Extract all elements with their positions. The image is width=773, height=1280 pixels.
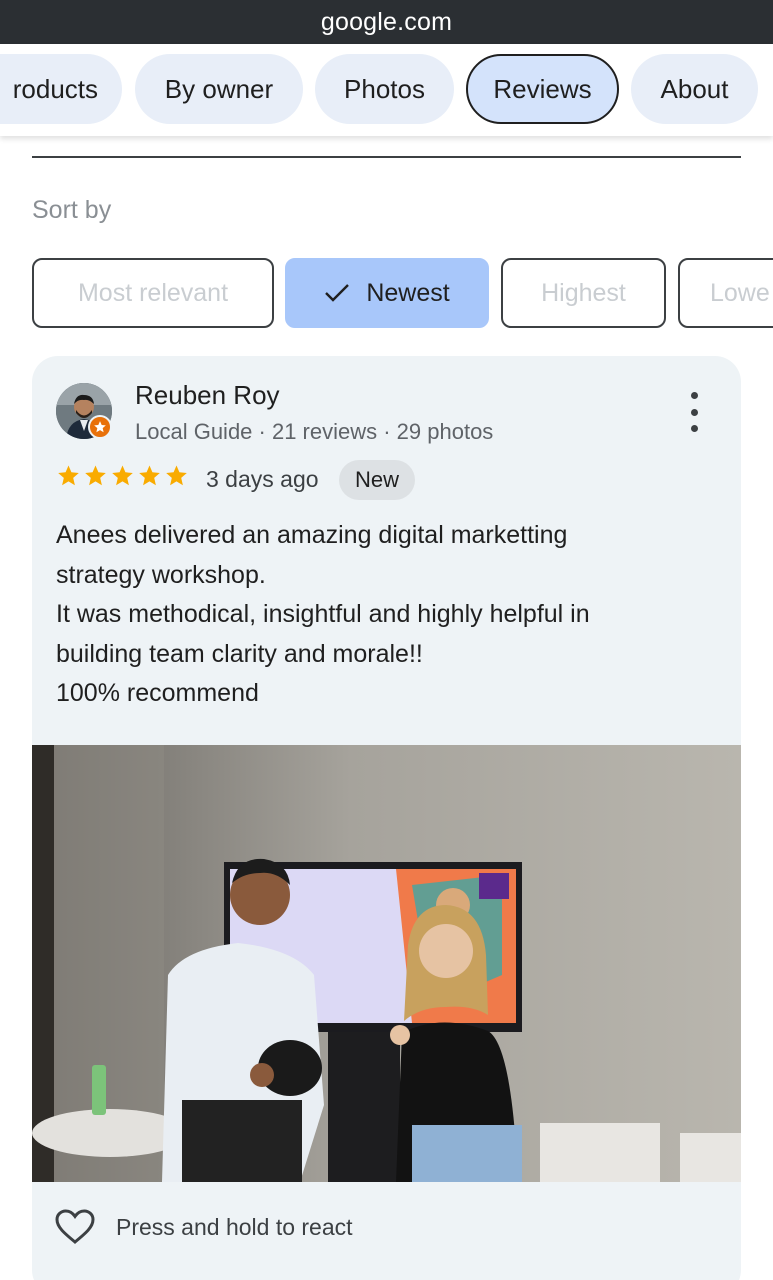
browser-url-bar[interactable]: google.com xyxy=(0,0,773,44)
sort-by-label: Sort by xyxy=(32,196,112,224)
star-rating xyxy=(56,464,189,488)
check-icon xyxy=(324,282,350,304)
star-icon xyxy=(112,465,133,486)
tab-reviews[interactable]: Reviews xyxy=(466,54,619,124)
react-label: Press and hold to react xyxy=(116,1213,353,1240)
tab-about[interactable]: About xyxy=(631,54,758,124)
tab-products[interactable]: roducts xyxy=(0,54,122,124)
sort-chip-lowest[interactable]: Lowe xyxy=(678,258,773,328)
review-photo[interactable] xyxy=(32,745,741,1182)
react-bar[interactable]: Press and hold to react xyxy=(54,1208,353,1246)
url-text: google.com xyxy=(320,7,453,36)
more-vert-icon[interactable] xyxy=(682,392,706,432)
local-guide-badge-icon xyxy=(88,415,112,439)
star-icon xyxy=(139,465,160,486)
new-badge: New xyxy=(339,460,416,500)
sort-chip-highest[interactable]: Highest xyxy=(501,258,666,328)
review-text: Anees delivered an amazing digital marke… xyxy=(56,521,590,707)
sort-chip-newest[interactable]: Newest xyxy=(285,258,489,328)
star-icon xyxy=(166,465,187,486)
review-time: 3 days ago xyxy=(206,466,319,492)
reviewer-name[interactable]: Reuben Roy xyxy=(135,380,280,411)
place-tabs: roducts By owner Photos Reviews About xyxy=(0,44,773,136)
reviewer-meta: Local Guide · 21 reviews · 29 photos xyxy=(135,419,494,444)
tab-by-owner[interactable]: By owner xyxy=(135,54,303,124)
tab-photos[interactable]: Photos xyxy=(315,54,454,124)
sort-chip-most-relevant[interactable]: Most relevant xyxy=(32,258,274,328)
star-icon xyxy=(58,465,79,486)
review-card: Reuben Roy Local Guide · 21 reviews · 29… xyxy=(32,356,741,1280)
star-icon xyxy=(85,465,106,486)
heart-outline-icon xyxy=(55,1209,95,1244)
section-divider xyxy=(32,156,741,158)
